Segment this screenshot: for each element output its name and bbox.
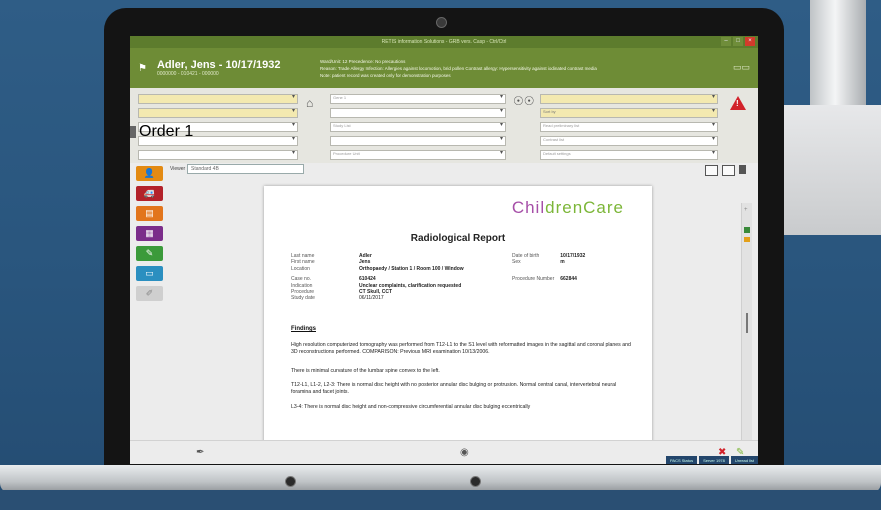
filter-select[interactable]	[330, 107, 506, 118]
single-view-icon[interactable]	[705, 165, 718, 176]
report-meta-right: Date of birth 10/17/1932 Sex m Procedure N…	[512, 253, 591, 282]
minimize-button[interactable]: –	[721, 37, 731, 46]
right-scroll-panel[interactable]: +	[741, 203, 752, 464]
status-bar: PACS Status Server 1978 Unread list	[666, 456, 758, 464]
lamp-shade	[810, 0, 866, 120]
warning-icon[interactable]: !	[730, 96, 746, 110]
filter-select[interactable]: Read preliminary list	[540, 121, 718, 132]
zoom-in-icon[interactable]: +	[744, 207, 748, 213]
viewer-label: Viewer	[170, 166, 186, 172]
filter-column-1: Order 1	[138, 93, 298, 160]
filter-select[interactable]: Procedure Unit	[330, 149, 506, 160]
meta-key: Study date	[291, 295, 315, 302]
filter-select[interactable]	[138, 149, 298, 160]
filter-select[interactable]	[138, 93, 298, 104]
scanner-icon[interactable]: ▭▭	[733, 62, 750, 73]
report-tool-button[interactable]: ✎	[136, 246, 163, 261]
logo-text-right: drenCare	[545, 198, 624, 217]
filter-select[interactable]: Sort by	[540, 107, 718, 118]
window-controls: – □ ×	[721, 37, 755, 46]
filter-select[interactable]: Order 1	[138, 121, 298, 140]
filter-select[interactable]	[540, 93, 718, 104]
filter-select[interactable]	[138, 135, 298, 146]
folder-icon[interactable]	[744, 237, 750, 242]
trash-icon[interactable]	[739, 165, 746, 174]
viewer-select[interactable]: Standard 4B	[187, 164, 304, 174]
scroll-thumb[interactable]	[746, 313, 748, 333]
hospital-icon: ⌂	[306, 96, 314, 110]
patient-icon: ⚑	[138, 62, 147, 74]
filter-select[interactable]: Default settings	[540, 149, 718, 160]
filter-select[interactable]: Study List	[330, 121, 506, 132]
meta-key: Procedure Number	[512, 275, 555, 282]
report-meta-left: Last name Adler First name Jens Location Or…	[291, 253, 472, 302]
patient-header: ⚑ Adler, Jens - 10/17/1932 0000000 - 010…	[130, 48, 758, 88]
window-title-bar: RETIS information Solutions - GRB vers. …	[130, 36, 758, 48]
edit-tool-button[interactable]: ✐	[136, 286, 163, 301]
excel-icon[interactable]	[744, 227, 750, 233]
print-tool-button[interactable]: ▤	[136, 206, 163, 221]
laptop-lid: RETIS information Solutions - GRB vers. …	[104, 8, 784, 473]
close-button[interactable]: ×	[745, 37, 755, 46]
laptop-foot	[470, 476, 481, 487]
camera-icon[interactable]: ◉	[460, 447, 469, 458]
main-content: 👤 🚑 ▤ ▦ ✎ ▭ ✐ Viewer Standard 4B Childre…	[130, 163, 758, 464]
filter-select[interactable]	[330, 135, 506, 146]
webcam	[436, 17, 447, 28]
filter-select[interactable]: Contrast list	[540, 135, 718, 146]
meta-value: 06/11/2017	[359, 295, 384, 302]
findings-paragraph: T12-L1, L1-2, L2-3: There is normal disc…	[291, 382, 617, 395]
filter-select[interactable]	[138, 107, 298, 118]
report-title: Radiological Report	[410, 233, 506, 244]
patient-info-line: Note: patient record was created only fo…	[320, 73, 451, 78]
window-title: RETIS information Solutions - GRB vers. …	[381, 39, 507, 45]
childrencare-logo: ChildrenCare	[512, 198, 624, 218]
status-item: Server 1978	[699, 456, 729, 464]
patient-tool-button[interactable]: 👤	[136, 166, 163, 181]
laptop-foot	[285, 476, 296, 487]
patient-name: Adler, Jens - 10/17/1932	[156, 59, 281, 71]
findings-heading: Findings	[291, 326, 316, 332]
split-view-icon[interactable]	[722, 165, 735, 176]
collapse-handle[interactable]	[130, 126, 136, 138]
users-icon: ☉☉	[513, 94, 535, 108]
view-mode-icons	[705, 165, 746, 176]
patient-info-line: Reason: Trade Allergy Infection: Allergi…	[320, 66, 597, 71]
filter-select[interactable]: Gene 1	[330, 93, 506, 104]
patient-info-line: Ward/Unit: 12 Precedence: No precautions	[320, 59, 406, 64]
tool-column: 👤 🚑 ▤ ▦ ✎ ▭ ✐	[136, 166, 163, 301]
status-item: PACS Status	[666, 456, 698, 464]
findings-paragraph: There is minimal curvature of the lumbar…	[291, 368, 440, 374]
laptop-screen: RETIS information Solutions - GRB vers. …	[130, 36, 758, 464]
status-item: Unread list	[730, 456, 758, 464]
document-tool-button[interactable]: ▦	[136, 226, 163, 241]
findings-paragraph: L3-4: There is normal disc height and no…	[291, 404, 531, 410]
patient-ids: 0000000 - 010421 - 000000	[156, 71, 219, 77]
patient-name-block: Adler, Jens - 10/17/1932 0000000 - 01042…	[147, 59, 281, 77]
meta-value: 662844	[560, 275, 577, 282]
background-panel	[770, 105, 881, 235]
ambulance-tool-button[interactable]: 🚑	[136, 186, 163, 201]
meta-value: Orthopaedy / Station 1 / Room 100 / Wind…	[359, 265, 464, 272]
report-document: ChildrenCare Radiological Report Last na…	[264, 186, 652, 446]
filter-column-2: Gene 1 Study List Procedure Unit	[330, 93, 506, 160]
patient-info: Ward/Unit: 12 Precedence: No precautions…	[320, 58, 597, 79]
desk-edge	[0, 490, 881, 510]
maximize-button[interactable]: □	[733, 37, 743, 46]
monitor-tool-button[interactable]: ▭	[136, 266, 163, 281]
findings-paragraph: High resolution computerized tomography …	[291, 342, 631, 355]
footer-toolbar: ✒ ◉ ✖ ✎ PACS Status Server 1978 Unread l…	[130, 440, 758, 464]
filter-panel: Order 1 ⌂ Gene 1 Study List Procedure Un…	[130, 88, 758, 164]
filter-column-3: Sort by Read preliminary list Contrast l…	[540, 93, 718, 160]
logo-text-left: Chil	[511, 198, 546, 217]
laptop-base	[0, 465, 881, 493]
signature-icon[interactable]: ✒	[196, 447, 204, 458]
